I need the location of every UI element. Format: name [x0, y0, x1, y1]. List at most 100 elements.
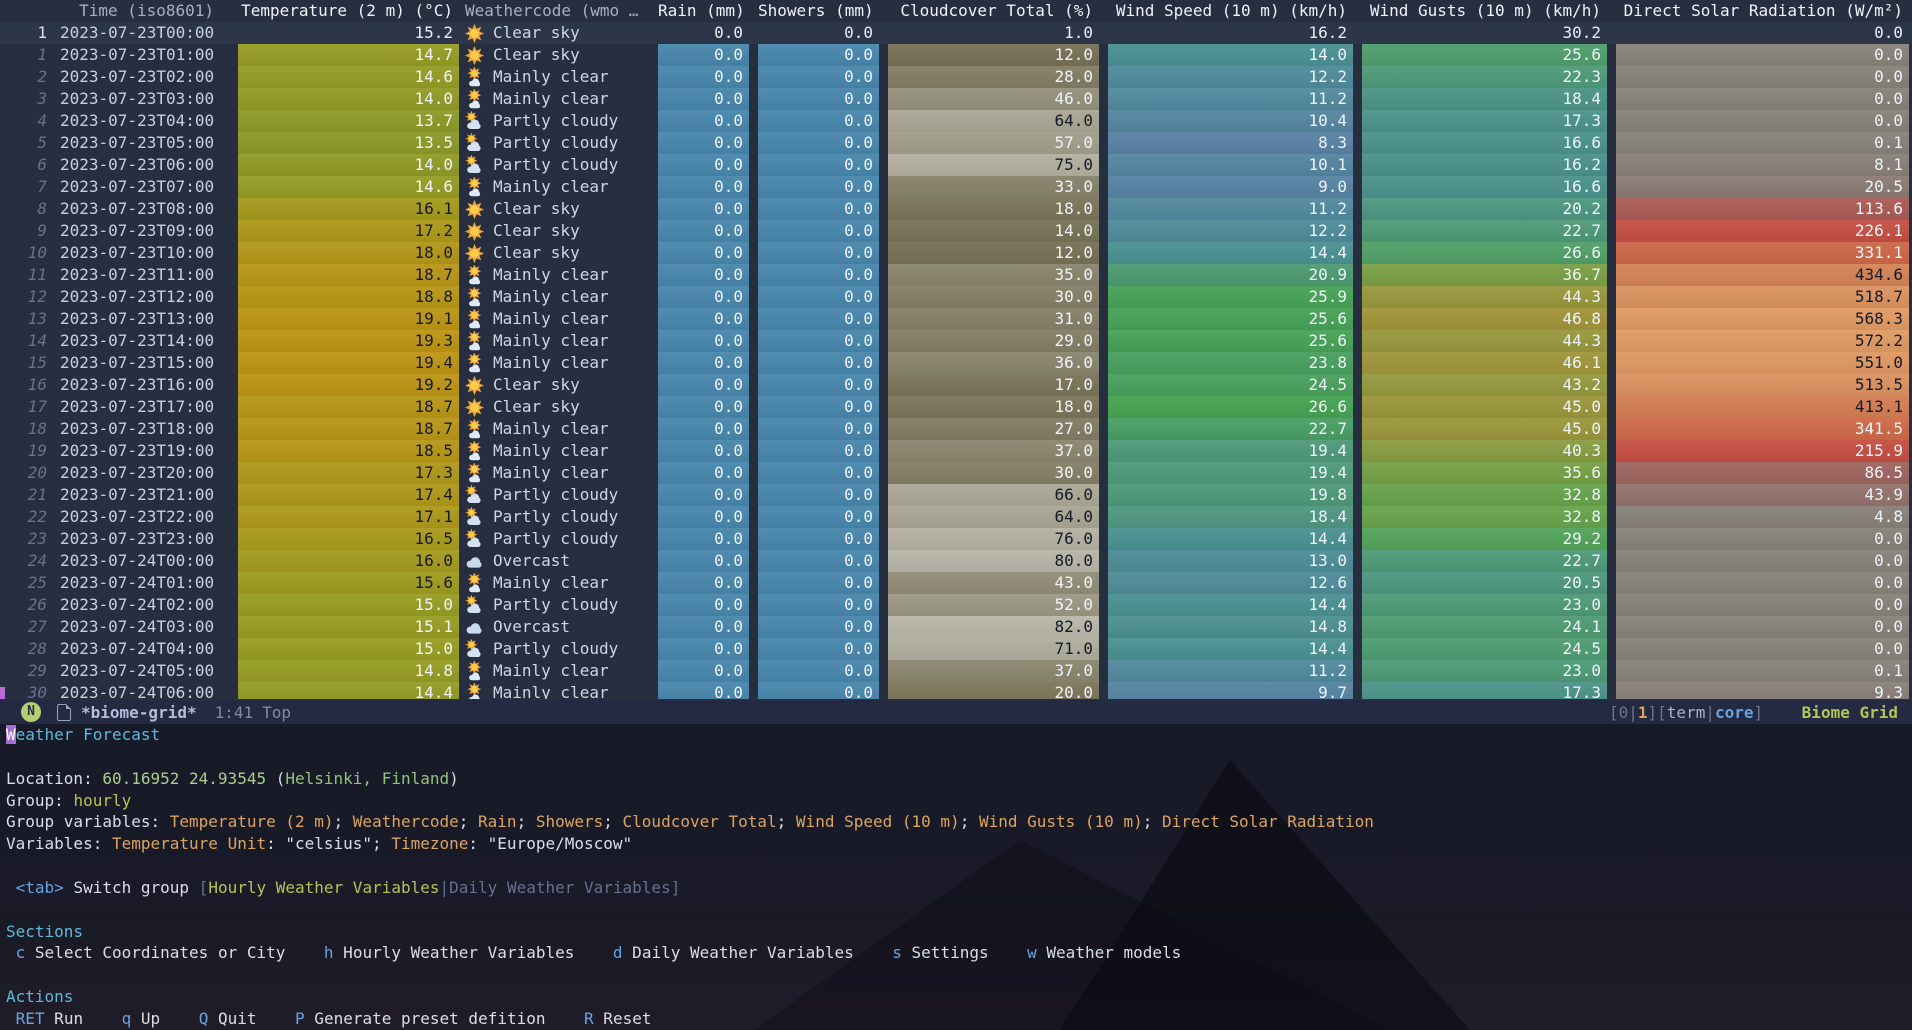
group-tab-daily[interactable]: Daily Weather Variables — [449, 878, 671, 897]
cell-wind-speed-value: 16.2 — [1108, 22, 1353, 44]
table-row[interactable]: 12023-07-23T00:0015.2Clear sky0.00.01.01… — [0, 22, 1912, 44]
cell-solar-radiation-value: 0.0 — [1616, 616, 1909, 638]
text-segment: | — [440, 878, 450, 897]
section-models[interactable]: Weather models — [1037, 943, 1182, 962]
cell-cloudcover-value: 80.0 — [888, 550, 1099, 572]
table-row[interactable]: 262023-07-24T02:0015.0Partly cloudy0.00.… — [0, 594, 1912, 616]
key-d[interactable]: d — [613, 943, 623, 962]
modeline-right-segment: Biome Grid — [1802, 703, 1898, 722]
cell-rain-value: 0.0 — [658, 440, 749, 462]
cell-cloudcover: 12.0 — [888, 44, 1108, 66]
cell-weathercode: Partly cloudy — [459, 132, 658, 154]
key-q[interactable]: q — [122, 1009, 132, 1028]
table-row[interactable]: 212023-07-23T21:0017.4Partly cloudy0.00.… — [0, 484, 1912, 506]
table-row[interactable]: 72023-07-23T07:0014.6Mainly clear0.00.03… — [0, 176, 1912, 198]
cell-line-number: 29 — [0, 660, 52, 682]
section-settings[interactable]: Settings — [902, 943, 989, 962]
table-row[interactable]: 82023-07-23T08:0016.1Clear sky0.00.018.0… — [0, 198, 1912, 220]
action-up[interactable]: Up — [131, 1009, 160, 1028]
table-row[interactable]: 32023-07-23T03:0014.0Mainly clear0.00.04… — [0, 88, 1912, 110]
action-generate-preset[interactable]: Generate preset defition — [305, 1009, 546, 1028]
table-row[interactable]: 272023-07-24T03:0015.1Overcast0.00.082.0… — [0, 616, 1912, 638]
cell-rain: 0.0 — [658, 198, 758, 220]
table-row[interactable]: 222023-07-23T22:0017.1Partly cloudy0.00.… — [0, 506, 1912, 528]
action-reset[interactable]: Reset — [594, 1009, 652, 1028]
table-row[interactable]: 282023-07-24T04:0015.0Partly cloudy0.00.… — [0, 638, 1912, 660]
table-row[interactable]: 42023-07-23T04:0013.7Partly cloudy0.00.0… — [0, 110, 1912, 132]
group-tab-hourly[interactable]: Hourly Weather Variables — [208, 878, 439, 897]
cell-rain-value: 0.0 — [658, 660, 749, 682]
section-hourly[interactable]: Hourly Weather Variables — [334, 943, 575, 962]
table-row[interactable]: 172023-07-23T17:0018.7Clear sky0.00.018.… — [0, 396, 1912, 418]
key-ret[interactable]: RET — [16, 1009, 45, 1028]
key-p[interactable]: P — [295, 1009, 305, 1028]
table-row[interactable]: 102023-07-23T10:0018.0Clear sky0.00.012.… — [0, 242, 1912, 264]
weathercode-label: Mainly clear — [493, 440, 609, 462]
section-daily[interactable]: Daily Weather Variables — [623, 943, 854, 962]
table-row[interactable]: 202023-07-23T20:0017.3Mainly clear0.00.0… — [0, 462, 1912, 484]
cell-line-number: 15 — [0, 352, 52, 374]
table-row[interactable]: 22023-07-23T02:0014.6Mainly clear0.00.02… — [0, 66, 1912, 88]
cell-solar-radiation: 572.2 — [1616, 330, 1912, 352]
cell-solar-radiation: 0.0 — [1616, 616, 1912, 638]
table-row[interactable]: 62023-07-23T06:0014.0Partly cloudy0.00.0… — [0, 154, 1912, 176]
cell-solar-radiation: 0.1 — [1616, 132, 1912, 154]
cell-showers: 0.0 — [758, 176, 888, 198]
cell-wind-speed: 25.9 — [1108, 286, 1362, 308]
tab-key[interactable]: <tab> — [16, 878, 64, 897]
table-row[interactable]: 92023-07-23T09:0017.2Clear sky0.00.014.0… — [0, 220, 1912, 242]
action-quit[interactable]: Quit — [208, 1009, 256, 1028]
text-segment: Cloudcover Total — [623, 812, 777, 831]
cell-cloudcover: 71.0 — [888, 638, 1108, 660]
cell-showers: 0.0 — [758, 286, 888, 308]
cell-wind-speed: 11.2 — [1108, 88, 1362, 110]
table-row[interactable]: 52023-07-23T05:0013.5Partly cloudy0.00.0… — [0, 132, 1912, 154]
cell-showers-value: 0.0 — [758, 682, 879, 699]
cursor: W — [6, 725, 16, 744]
cell-cloudcover: 29.0 — [888, 330, 1108, 352]
cell-temperature-value: 18.7 — [238, 418, 459, 440]
text-segment: Variables: — [6, 834, 112, 853]
key-quit[interactable]: Q — [199, 1009, 209, 1028]
key-s[interactable]: s — [892, 943, 902, 962]
cell-rain-value: 0.0 — [658, 308, 749, 330]
text-segment: Temperature Unit — [112, 834, 266, 853]
table-row[interactable]: 252023-07-24T01:0015.6Mainly clear0.00.0… — [0, 572, 1912, 594]
cell-solar-radiation: 0.1 — [1616, 660, 1912, 682]
cell-wind-gusts: 29.2 — [1362, 528, 1616, 550]
cell-weathercode: Partly cloudy — [459, 110, 658, 132]
cell-wind-gusts-value: 46.8 — [1362, 308, 1607, 330]
buffer-title: Weather Forecast — [6, 724, 1912, 746]
table-row[interactable]: 162023-07-23T16:0019.2Clear sky0.00.017.… — [0, 374, 1912, 396]
cell-showers-value: 0.0 — [758, 616, 879, 638]
cell-weathercode: Mainly clear — [459, 176, 658, 198]
table-row[interactable]: 152023-07-23T15:0019.4Mainly clear0.00.0… — [0, 352, 1912, 374]
cell-temperature: 17.1 — [238, 506, 459, 528]
action-run[interactable]: Run — [45, 1009, 84, 1028]
section-coordinates[interactable]: Select Coordinates or City — [25, 943, 285, 962]
table-row[interactable]: 142023-07-23T14:0019.3Mainly clear0.00.0… — [0, 330, 1912, 352]
cell-solar-radiation-value: 0.0 — [1616, 110, 1909, 132]
mainly-clear-icon — [464, 265, 493, 286]
buffer-name[interactable]: *biome-grid* — [81, 703, 197, 722]
weathercode-label: Mainly clear — [493, 264, 609, 286]
cell-solar-radiation: 331.1 — [1616, 242, 1912, 264]
key-w[interactable]: w — [1027, 943, 1037, 962]
table-row[interactable]: 12023-07-23T01:0014.7Clear sky0.00.012.0… — [0, 44, 1912, 66]
table-row[interactable]: 132023-07-23T13:0019.1Mainly clear0.00.0… — [0, 308, 1912, 330]
table-row[interactable]: 182023-07-23T18:0018.7Mainly clear0.00.0… — [0, 418, 1912, 440]
table-row[interactable]: 242023-07-24T00:0016.0Overcast0.00.080.0… — [0, 550, 1912, 572]
key-h[interactable]: h — [324, 943, 334, 962]
table-row[interactable]: 122023-07-23T12:0018.8Mainly clear0.00.0… — [0, 286, 1912, 308]
table-row[interactable]: 302023-07-24T06:0014.4Mainly clear0.00.0… — [0, 682, 1912, 699]
key-c[interactable]: c — [16, 943, 26, 962]
key-r[interactable]: R — [584, 1009, 594, 1028]
table-row[interactable]: 292023-07-24T05:0014.8Mainly clear0.00.0… — [0, 660, 1912, 682]
table-row[interactable]: 112023-07-23T11:0018.7Mainly clear0.00.0… — [0, 264, 1912, 286]
cell-line-number: 10 — [0, 242, 52, 264]
weathercode-label: Clear sky — [493, 242, 580, 264]
cell-cloudcover-value: 37.0 — [888, 440, 1099, 462]
table-row[interactable]: 192023-07-23T19:0018.5Mainly clear0.00.0… — [0, 440, 1912, 462]
table-row[interactable]: 232023-07-23T23:0016.5Partly cloudy0.00.… — [0, 528, 1912, 550]
text-segment: Location: — [6, 769, 102, 788]
